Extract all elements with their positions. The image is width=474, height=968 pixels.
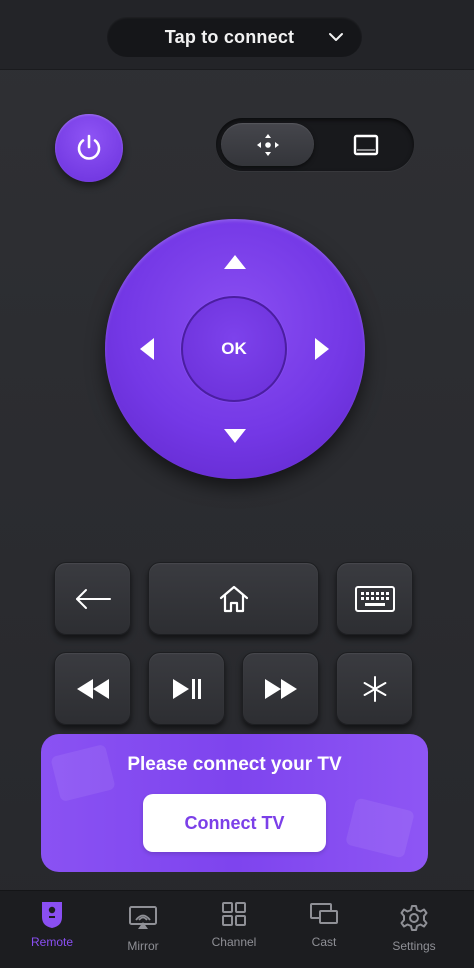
rewind-icon bbox=[76, 678, 109, 699]
banner-title: Please connect your TV bbox=[127, 754, 342, 775]
connect-label: Tap to connect bbox=[164, 26, 295, 47]
ok-label: OK bbox=[221, 339, 247, 358]
chevron-down-icon bbox=[329, 33, 343, 41]
tap-to-connect-button[interactable]: Tap to connect bbox=[107, 17, 362, 57]
dpad-up-button[interactable] bbox=[222, 249, 248, 275]
connect-tv-button[interactable]: Connect TV bbox=[143, 794, 326, 852]
nav-item-remote[interactable]: Remote bbox=[12, 899, 92, 961]
nav-item-settings[interactable]: Settings bbox=[374, 903, 454, 965]
play-pause-button[interactable] bbox=[148, 652, 225, 725]
home-button[interactable] bbox=[148, 562, 319, 635]
nav-label: Mirror bbox=[127, 939, 159, 953]
triangle-up-icon bbox=[224, 255, 246, 269]
nav-item-channel[interactable]: Channel bbox=[194, 899, 274, 961]
home-icon bbox=[219, 585, 248, 612]
nav-label: Channel bbox=[211, 935, 257, 949]
rewind-button[interactable] bbox=[54, 652, 131, 725]
nav-item-mirror[interactable]: Mirror bbox=[103, 903, 183, 965]
dpad-mode-icon bbox=[256, 133, 279, 156]
top-bar: Tap to connect bbox=[0, 0, 474, 70]
dpad-right-button[interactable] bbox=[309, 336, 335, 362]
dpad-down-button[interactable] bbox=[222, 423, 248, 449]
touchpad-mode-icon bbox=[353, 134, 379, 155]
mirror-icon bbox=[128, 903, 158, 933]
connect-tv-banner: Please connect your TV Connect TV bbox=[41, 734, 428, 872]
arrow-left-icon bbox=[75, 588, 111, 609]
fast-forward-button[interactable] bbox=[242, 652, 319, 725]
dpad-mode-button[interactable] bbox=[221, 123, 314, 166]
asterisk-icon bbox=[363, 675, 386, 702]
dpad: OK bbox=[105, 219, 365, 479]
nav-label: Cast bbox=[311, 935, 337, 949]
options-button[interactable] bbox=[336, 652, 413, 725]
bottom-navigation: Remote Mirror Channel Cast Settings bbox=[0, 890, 474, 968]
keyboard-icon bbox=[354, 585, 395, 612]
play-pause-icon bbox=[172, 678, 201, 699]
triangle-left-icon bbox=[140, 338, 154, 360]
control-mode-toggle bbox=[216, 118, 414, 171]
remote-screen: Tap to connect OK Please connect your TV… bbox=[0, 0, 474, 968]
power-icon bbox=[77, 134, 101, 160]
nav-label: Settings bbox=[392, 939, 436, 953]
decorative-tv-shape bbox=[345, 797, 415, 859]
nav-item-cast[interactable]: Cast bbox=[284, 899, 364, 961]
power-button[interactable] bbox=[55, 114, 123, 182]
back-button[interactable] bbox=[54, 562, 131, 635]
remote-icon bbox=[37, 899, 67, 929]
triangle-right-icon bbox=[315, 338, 329, 360]
connect-tv-label: Connect TV bbox=[184, 812, 285, 833]
ok-button[interactable]: OK bbox=[181, 296, 287, 402]
gear-icon bbox=[399, 903, 429, 933]
dpad-left-button[interactable] bbox=[134, 336, 160, 362]
touchpad-mode-button[interactable] bbox=[336, 123, 396, 166]
fast-forward-icon bbox=[264, 678, 297, 699]
grid-icon bbox=[219, 899, 249, 929]
nav-label: Remote bbox=[30, 935, 74, 949]
triangle-down-icon bbox=[224, 429, 246, 443]
keyboard-button[interactable] bbox=[336, 562, 413, 635]
cast-icon bbox=[309, 899, 339, 929]
